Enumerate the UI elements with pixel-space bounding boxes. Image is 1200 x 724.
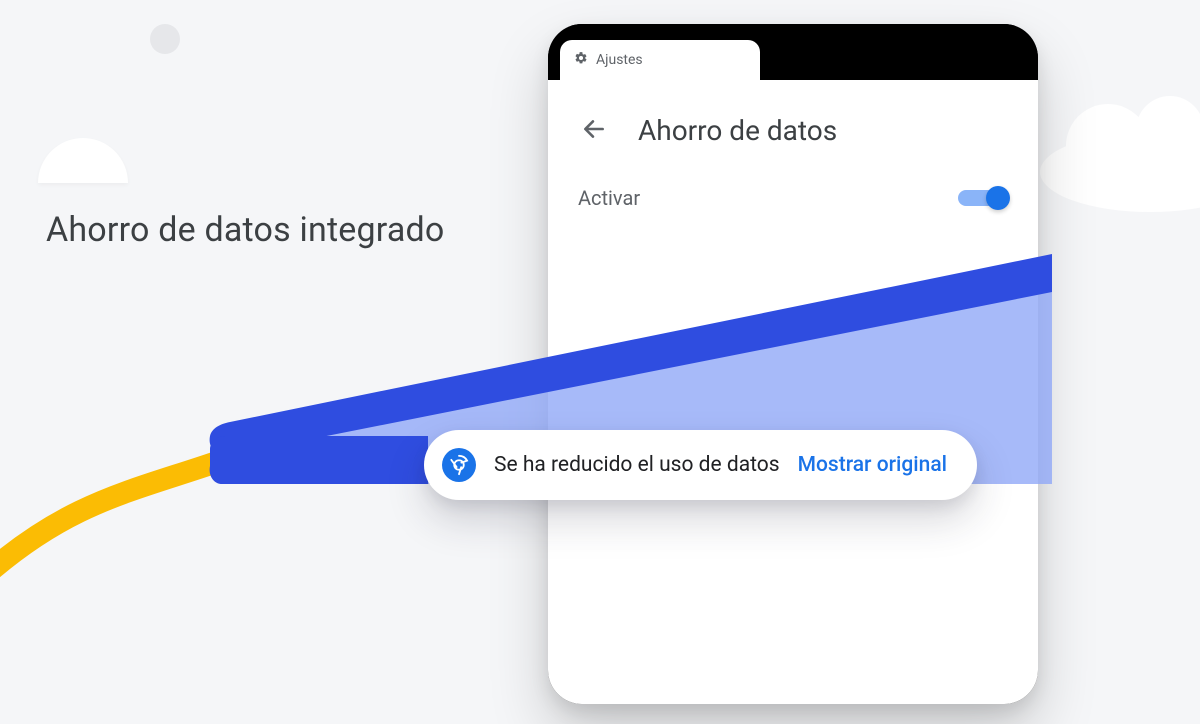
settings-header: Ahorro de datos	[548, 80, 1038, 169]
toggle-thumb	[986, 186, 1010, 210]
browser-tab-ajustes[interactable]: Ajustes	[560, 40, 760, 80]
back-button[interactable]	[578, 115, 610, 147]
data-reduced-banner: Se ha reducido el uso de datos Mostrar o…	[424, 430, 977, 500]
decorative-sunrise	[38, 138, 128, 183]
toggle-label: Activar	[578, 186, 640, 210]
decorative-yellow-curve	[0, 440, 290, 600]
marketing-headline: Ahorro de datos integrado	[46, 210, 445, 250]
decorative-dot	[150, 24, 180, 54]
stat-used-value: 16,45	[578, 701, 688, 704]
arrow-left-icon	[581, 116, 607, 145]
settings-screen: Ahorro de datos Activar 16,45 MB usados …	[548, 80, 1038, 704]
stat-saved-value: 13,78	[708, 701, 846, 704]
stats-row: 16,45 MB usados 13,78 MB ahorrados	[548, 701, 1038, 704]
phone-mockup: Ajustes Ahorro de datos Activar	[548, 24, 1038, 724]
data-saver-toggle-row: Activar	[548, 169, 1038, 227]
gear-icon	[574, 51, 588, 69]
browser-tab-label: Ajustes	[596, 52, 643, 68]
stat-saved: 13,78 MB ahorrados	[708, 701, 846, 704]
stat-used: 16,45 MB usados	[578, 701, 688, 704]
show-original-link[interactable]: Mostrar original	[798, 453, 947, 477]
banner-message: Se ha reducido el uso de datos	[494, 453, 780, 477]
data-saver-toggle[interactable]	[958, 183, 1010, 213]
savings-chart	[548, 235, 1038, 445]
chrome-icon	[442, 448, 476, 482]
browser-tab-strip: Ajustes	[548, 24, 1038, 80]
page-title: Ahorro de datos	[638, 114, 837, 147]
